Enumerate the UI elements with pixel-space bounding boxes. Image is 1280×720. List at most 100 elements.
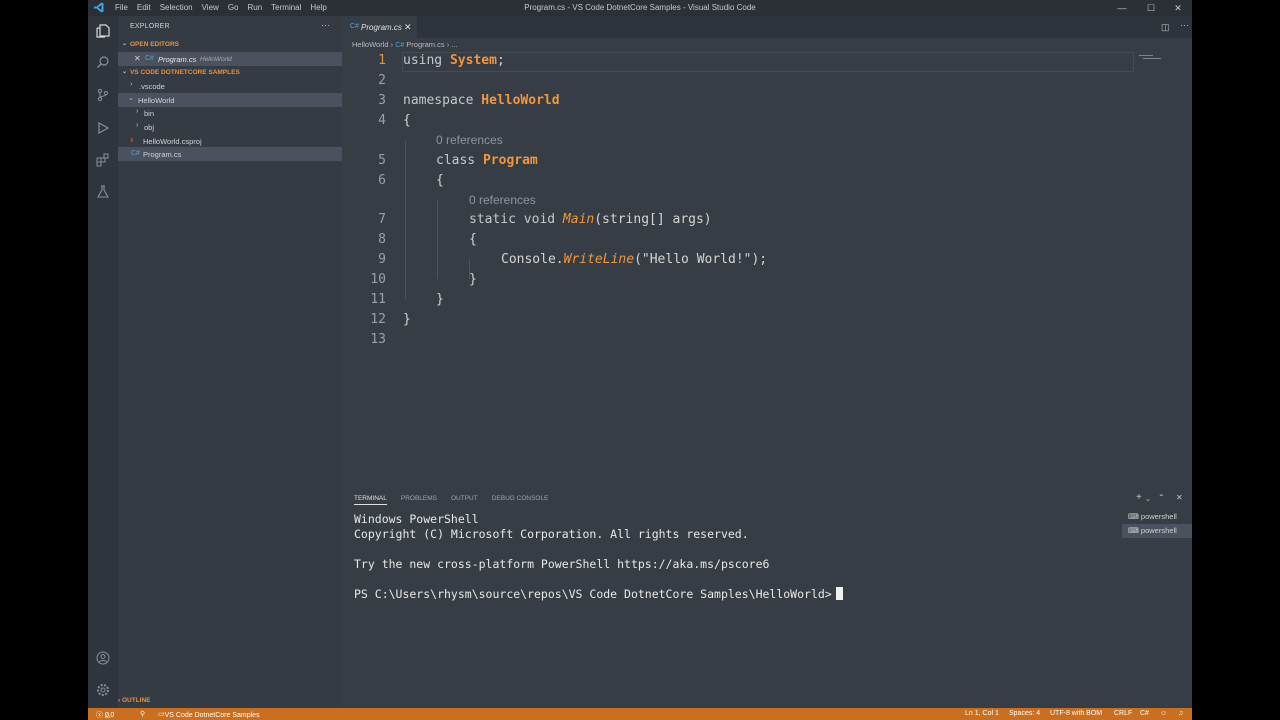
chevron-down-icon[interactable]: ⌄ (1145, 495, 1151, 503)
breadcrumb-symbol[interactable]: ... (451, 40, 457, 49)
terminal-output[interactable]: Windows PowerShell Copyright (C) Microsof… (354, 512, 843, 602)
menu-go[interactable]: Go (228, 3, 239, 12)
feedback-icon[interactable]: ☺ (1160, 710, 1167, 717)
terminal-item[interactable]: ⌨ powershell (1122, 524, 1192, 538)
terminal-panel: TERMINAL PROBLEMS OUTPUT DEBUG CONSOLE +… (342, 490, 1192, 708)
tab-terminal[interactable]: TERMINAL (354, 495, 387, 505)
menu-terminal[interactable]: Terminal (271, 3, 301, 12)
bell-icon[interactable]: ♫ (1178, 710, 1183, 717)
terminal-icon: ⌨ (1128, 526, 1139, 535)
tree-item-helloworld[interactable]: ⌄ HelloWorld (118, 93, 342, 107)
close-window-icon[interactable]: ✕ (1164, 0, 1192, 16)
chevron-down-icon: ⌄ (122, 41, 128, 47)
menu-run[interactable]: Run (247, 3, 262, 12)
chevron-down-icon: ⌄ (122, 69, 128, 75)
explorer-sidebar: EXPLORER ··· ⌄ OPEN EDITORS ✕ C# Program… (118, 16, 342, 708)
csharp-file-icon: C# (131, 150, 140, 157)
source-control-icon[interactable] (95, 87, 111, 103)
indent-guide (405, 141, 406, 299)
minimap[interactable] (1139, 54, 1165, 60)
tree-item-program[interactable]: C# Program.cs (118, 147, 342, 161)
language-status[interactable]: C# (1140, 710, 1149, 717)
tab-program-cs[interactable]: C# Program.cs ✕ (342, 16, 417, 38)
terminal-line: Try the new cross-platform PowerShell ht… (354, 557, 770, 571)
terminal-item[interactable]: ⌨ powershell (1122, 510, 1192, 524)
tree-item-bin[interactable]: › bin (118, 106, 342, 120)
current-line-highlight (402, 52, 1134, 72)
csharp-file-icon: C# (350, 23, 359, 30)
terminal-icon: ⌨ (1128, 512, 1139, 521)
indentation-status[interactable]: Spaces: 4 (1009, 710, 1040, 717)
activity-bar (88, 16, 118, 708)
panel-tabs: TERMINAL PROBLEMS OUTPUT DEBUG CONSOLE (354, 495, 562, 505)
title-bar: File Edit Selection View Go Run Terminal… (88, 0, 1192, 16)
close-panel-icon[interactable]: ✕ (1176, 493, 1183, 502)
editor-tabs: C# Program.cs ✕ ◫ ··· (342, 16, 1192, 38)
tree-item-obj[interactable]: › obj (118, 120, 342, 134)
breadcrumb-program[interactable]: Program.cs (406, 40, 444, 49)
code-line: } (469, 272, 477, 287)
search-icon[interactable] (95, 54, 111, 70)
tree-item-vscode[interactable]: › .vscode (118, 79, 342, 93)
new-terminal-icon[interactable]: + (1136, 492, 1142, 503)
menu-view[interactable]: View (202, 3, 219, 12)
cursor-position[interactable]: Ln 1, Col 1 (965, 710, 999, 717)
open-editor-item[interactable]: ✕ C# Program.cs HelloWorld (118, 52, 342, 66)
outline-section[interactable]: › OUTLINE (118, 697, 342, 704)
problems-status[interactable]: ⓧ 0 △ 0 (96, 710, 114, 720)
run-debug-icon[interactable] (95, 120, 111, 136)
more-actions-icon[interactable]: ··· (321, 20, 330, 30)
tab-debug-console[interactable]: DEBUG CONSOLE (492, 495, 549, 505)
encoding-status[interactable]: UTF-8 with BOM (1050, 710, 1102, 717)
code-lens-references[interactable]: 0 references (436, 133, 503, 147)
account-icon[interactable] (95, 650, 111, 666)
maximize-icon[interactable]: ☐ (1137, 0, 1165, 16)
maximize-panel-icon[interactable]: ⌃ (1158, 493, 1165, 502)
line-number: 11 (370, 292, 386, 307)
terminal-cursor (835, 587, 843, 600)
chevron-right-icon: › (136, 122, 139, 129)
breadcrumb-helloworld[interactable]: HelloWorld (352, 40, 389, 49)
menu-edit[interactable]: Edit (137, 3, 151, 12)
status-bar: ⓧ 0 △ 0 ⚲ ▭ VS Code DotnetCore Samples L… (88, 708, 1192, 720)
code-line: } (436, 292, 444, 307)
testing-icon[interactable] (95, 184, 111, 200)
folder-status[interactable]: ▭ VS Code DotnetCore Samples (158, 710, 260, 719)
close-icon[interactable]: ✕ (404, 22, 412, 33)
menu-selection[interactable]: Selection (160, 3, 193, 12)
menu-bar: File Edit Selection View Go Run Terminal… (115, 3, 336, 12)
explorer-header: EXPLORER (130, 23, 170, 30)
line-number: 2 (378, 73, 386, 88)
gear-icon[interactable] (95, 682, 111, 698)
workspace-section[interactable]: ⌄ VS CODE DOTNETCORE SAMPLES (118, 66, 342, 79)
chevron-right-icon: › (136, 108, 139, 115)
line-number: 9 (378, 252, 386, 267)
minimize-icon[interactable]: — (1108, 0, 1136, 16)
line-number: 5 (378, 153, 386, 168)
code-editor[interactable]: 1 2 3 4 5 6 7 8 9 10 11 12 13 using Syst… (342, 52, 1192, 492)
tab-output[interactable]: OUTPUT (451, 495, 478, 505)
code-line: static void Main(string[] args) (469, 212, 712, 227)
more-actions-icon[interactable]: ··· (1180, 20, 1189, 30)
live-share-icon[interactable]: ⚲ (140, 710, 145, 718)
eol-status[interactable]: CRLF (1114, 710, 1132, 717)
vscode-logo-icon (94, 2, 104, 13)
code-line: namespace HelloWorld (403, 93, 560, 108)
line-number: 4 (378, 113, 386, 128)
code-line: { (403, 113, 411, 128)
split-editor-icon[interactable]: ◫ (1161, 22, 1170, 33)
code-lens-references[interactable]: 0 references (469, 193, 536, 207)
menu-help[interactable]: Help (310, 3, 326, 12)
indent-guide (437, 200, 438, 279)
close-icon[interactable]: ✕ (134, 54, 141, 63)
line-number: 6 (378, 173, 386, 188)
extensions-icon[interactable] (95, 152, 111, 168)
tree-item-csproj[interactable]: ᵲ HelloWorld.csproj (118, 134, 342, 148)
menu-file[interactable]: File (115, 3, 128, 12)
open-editors-section[interactable]: ⌄ OPEN EDITORS (118, 38, 342, 51)
chevron-right-icon: › (118, 697, 121, 704)
tab-problems[interactable]: PROBLEMS (401, 495, 437, 505)
explorer-icon[interactable] (95, 23, 111, 39)
